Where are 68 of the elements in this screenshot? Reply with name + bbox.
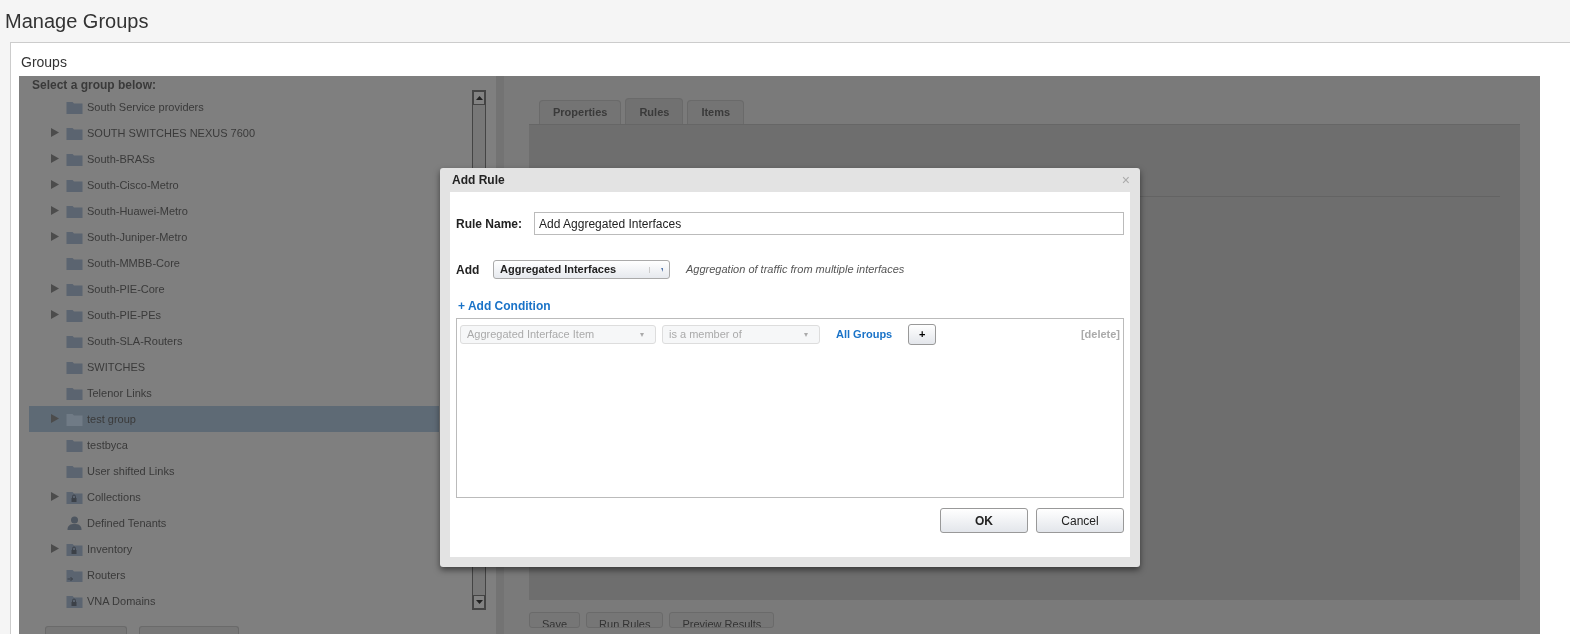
type-description: Aggregation of traffic from multiple interfaces: [686, 262, 905, 278]
folder-icon: [66, 360, 83, 374]
folder-icon: [66, 126, 83, 140]
ok-button[interactable]: OK: [940, 508, 1028, 533]
locked-folder-icon: [66, 594, 83, 608]
tree-item[interactable]: User shifted Links: [29, 458, 439, 484]
tree-item[interactable]: Collections: [29, 484, 439, 510]
folder-with-arrow-icon: [66, 568, 83, 582]
tree-item[interactable]: testbyca: [29, 432, 439, 458]
expand-arrow-icon[interactable]: [51, 154, 59, 164]
folder-icon: [66, 100, 83, 114]
expand-arrow-icon[interactable]: [51, 128, 59, 138]
tree-item[interactable]: SWITCHES: [29, 354, 439, 380]
folder-icon: [66, 230, 83, 244]
panel-title: Groups: [21, 54, 67, 70]
expand-arrow-icon[interactable]: [51, 414, 59, 424]
tree-item[interactable]: South-MMBB-Core: [29, 250, 439, 276]
folder-icon: [66, 178, 83, 192]
caret-icon[interactable]: [649, 266, 663, 273]
folder-icon: [66, 256, 83, 270]
folder-icon: [66, 386, 83, 400]
folder-icon: [66, 438, 83, 452]
tab[interactable]: Rules: [625, 98, 684, 124]
dialog-title: Add Rule: [452, 172, 505, 189]
add-condition-link[interactable]: + Add Condition: [458, 299, 551, 313]
close-button[interactable]: ×: [1121, 173, 1130, 187]
locked-folder-icon: [66, 490, 83, 504]
tree-item[interactable]: South-Cisco-Metro: [29, 172, 439, 198]
tree-item[interactable]: Inventory: [29, 536, 439, 562]
tree-item[interactable]: test group: [29, 406, 439, 432]
type-dropdown[interactable]: Aggregated Interfaces: [493, 260, 670, 279]
cancel-button[interactable]: Cancel: [1036, 508, 1124, 533]
tree-item[interactable]: South-Juniper-Metro: [29, 224, 439, 250]
rule-name-label: Rule Name:: [456, 215, 523, 233]
tab[interactable]: Properties: [539, 100, 622, 124]
tree-item[interactable]: Routers: [29, 562, 439, 588]
tree-item[interactable]: VNA Domains: [29, 588, 439, 614]
locked-folder-icon: [66, 542, 83, 556]
expand-arrow-icon[interactable]: [51, 180, 59, 190]
expand-arrow-icon[interactable]: [51, 284, 59, 294]
expand-arrow-icon[interactable]: [51, 544, 59, 554]
scroll-down-icon[interactable]: [473, 595, 485, 609]
tree-heading: Select a group below:: [32, 78, 157, 92]
folder-icon: [66, 334, 83, 348]
person-icon: [66, 516, 83, 530]
folder-icon: [66, 464, 83, 478]
scroll-up-icon[interactable]: [473, 91, 485, 105]
expand-arrow-icon[interactable]: [51, 310, 59, 320]
tree-item[interactable]: South-SLA-Routers: [29, 328, 439, 354]
add-label: Add: [456, 261, 481, 279]
tree-item[interactable]: South-PIE-Core: [29, 276, 439, 302]
expand-arrow-icon[interactable]: [51, 206, 59, 216]
tree-item[interactable]: South-BRASs: [29, 146, 439, 172]
tree-item[interactable]: South-PIE-PEs: [29, 302, 439, 328]
folder-icon: [66, 152, 83, 166]
expand-arrow-icon[interactable]: [51, 492, 59, 502]
tree-item[interactable]: South-Huawei-Metro: [29, 198, 439, 224]
tree-item[interactable]: Telenor Links: [29, 380, 439, 406]
folder-icon: [66, 308, 83, 322]
tree-item[interactable]: South Service providers: [29, 94, 439, 120]
tab[interactable]: Items: [687, 100, 745, 124]
folder-icon: [66, 282, 83, 296]
tree-item[interactable]: Defined Tenants: [29, 510, 439, 536]
folder-icon: [66, 204, 83, 218]
page-title: Manage Groups: [4, 9, 150, 34]
expand-arrow-icon[interactable]: [51, 232, 59, 242]
rule-name-field[interactable]: Add Aggregated Interfaces: [534, 212, 1124, 235]
tree-item[interactable]: SOUTH SWITCHES NEXUS 7600: [29, 120, 439, 146]
